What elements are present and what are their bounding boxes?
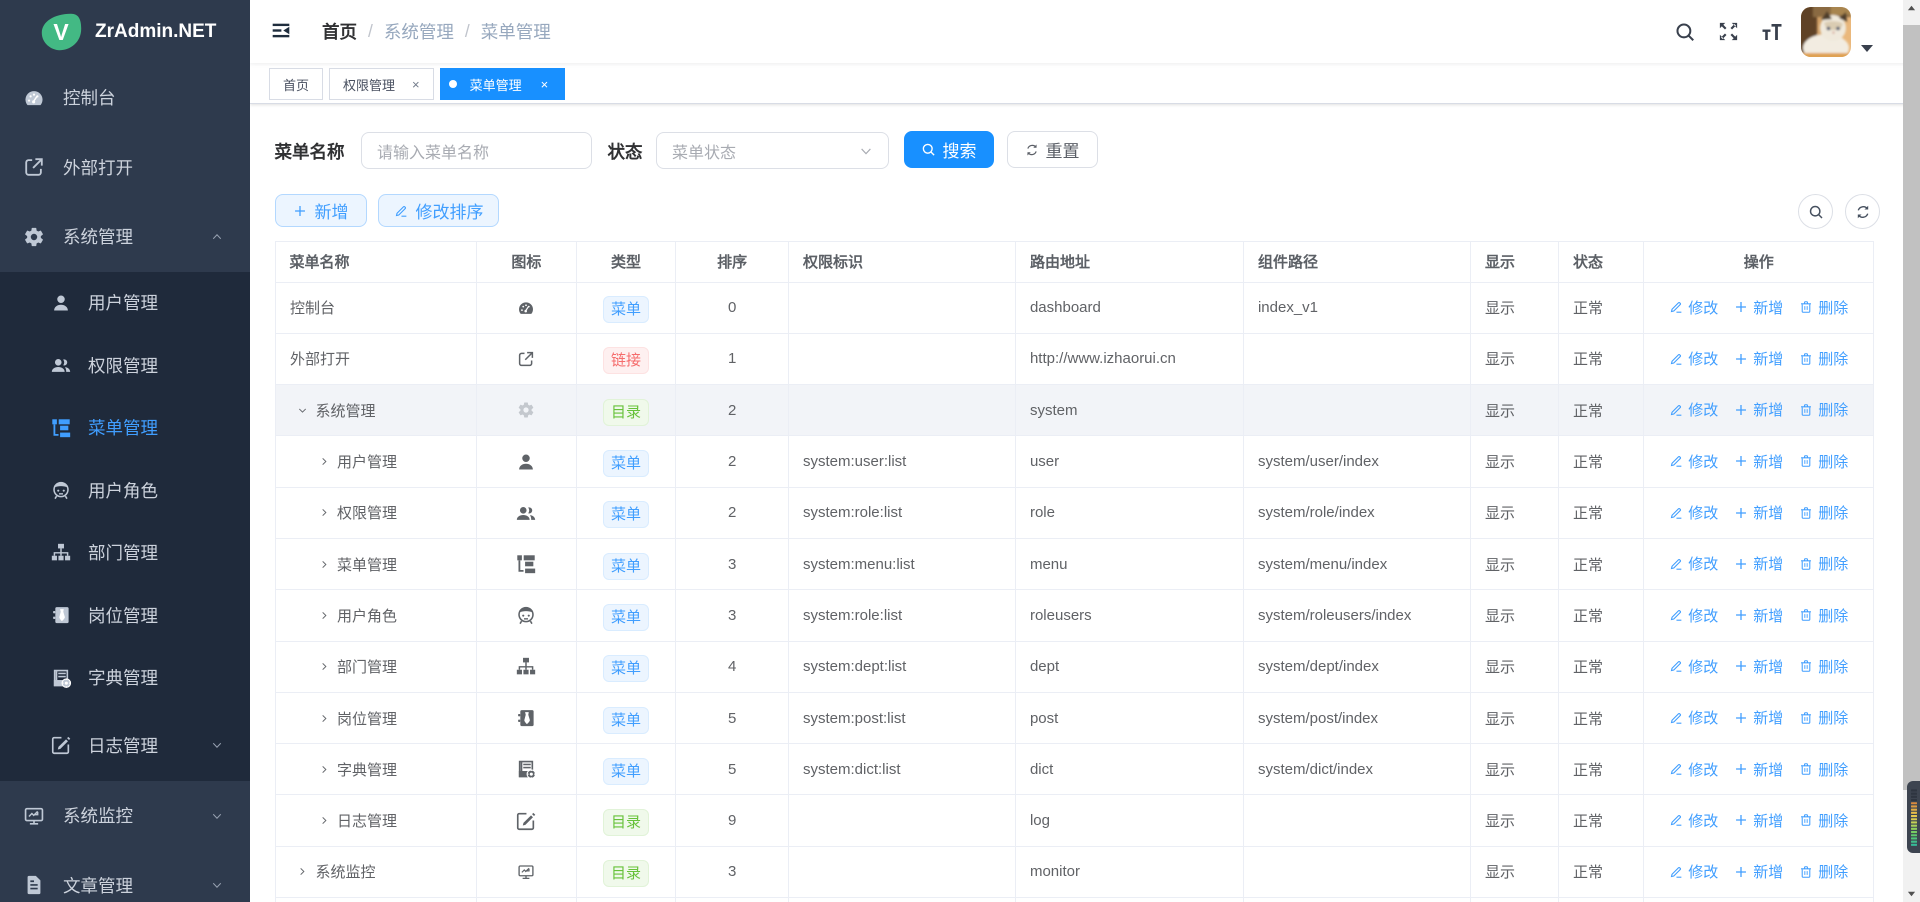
svg-text:V: V <box>53 19 69 45</box>
